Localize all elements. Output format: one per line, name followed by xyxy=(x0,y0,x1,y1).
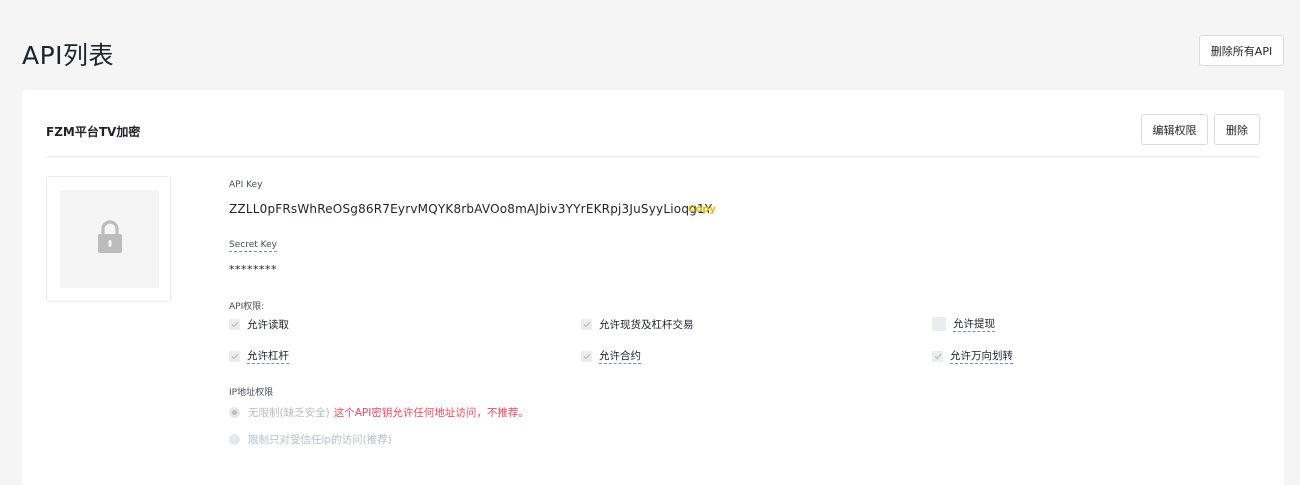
api-name: FZM平台TV加密 xyxy=(46,125,141,139)
permission-label: 允许杠杆 xyxy=(247,350,289,364)
api-key-label: API Key xyxy=(229,180,263,190)
permission-label: 允许提现 xyxy=(953,318,995,332)
api-permissions-label: API权限: xyxy=(229,302,265,312)
radio-selected-icon[interactable] xyxy=(229,407,240,418)
page-title: API列表 xyxy=(22,41,115,70)
check-icon[interactable] xyxy=(229,319,240,330)
radio-unselected-icon[interactable] xyxy=(229,434,240,445)
delete-all-api-button[interactable]: 删除所有API xyxy=(1199,35,1284,66)
secret-key-label: Secret Key xyxy=(229,240,277,252)
permission-label: 允许读取 xyxy=(247,319,289,331)
divider xyxy=(46,156,1260,157)
qr-placeholder xyxy=(60,190,159,288)
permission-label: 允许合约 xyxy=(599,350,641,364)
secret-key-value: ******** xyxy=(229,263,277,276)
security-warning: 这个API密钥允许任何地址访问，不推荐。 xyxy=(333,407,529,419)
permission-label: 允许万向划转 xyxy=(950,350,1013,364)
copy-button[interactable]: Copy xyxy=(688,204,716,215)
permission-universal-transfer[interactable]: 允许万向划转 xyxy=(932,348,1013,364)
check-icon[interactable] xyxy=(581,350,592,362)
ip-unrestricted-radio[interactable]: 无限制(缺乏安全) 这个API密钥允许任何地址访问，不推荐。 xyxy=(229,405,529,420)
api-card: FZM平台TV加密 编辑权限 删除 API Key ZZLL0pFRsWhReO… xyxy=(22,90,1284,485)
permission-spot-margin[interactable]: 允许现货及杠杆交易 xyxy=(581,317,694,332)
permission-futures[interactable]: 允许合约 xyxy=(581,348,641,364)
radio-label: 限制只对受信任ip的访问(推荐) xyxy=(248,434,392,446)
edit-permissions-button[interactable]: 编辑权限 xyxy=(1141,114,1208,145)
ip-restricted-radio[interactable]: 限制只对受信任ip的访问(推荐) xyxy=(229,432,392,447)
radio-label: 无限制(缺乏安全) xyxy=(248,407,330,419)
check-icon[interactable] xyxy=(581,319,592,330)
unchecked-box-icon[interactable] xyxy=(932,317,946,331)
permission-read[interactable]: 允许读取 xyxy=(229,317,289,332)
ip-restriction-label: IP地址权限 xyxy=(229,388,274,398)
check-icon[interactable] xyxy=(229,350,240,362)
permission-label: 允许现货及杠杆交易 xyxy=(599,319,694,331)
check-icon[interactable] xyxy=(932,350,943,362)
lock-icon xyxy=(95,219,125,259)
permission-margin[interactable]: 允许杠杆 xyxy=(229,348,289,364)
api-key-value: ZZLL0pFRsWhReOSg86R7EyrvMQYK8rbAVOo8mAJb… xyxy=(229,202,713,216)
permission-withdraw[interactable]: 允许提现 xyxy=(932,316,995,332)
qr-code-box xyxy=(46,176,171,302)
delete-api-button[interactable]: 删除 xyxy=(1214,114,1260,145)
